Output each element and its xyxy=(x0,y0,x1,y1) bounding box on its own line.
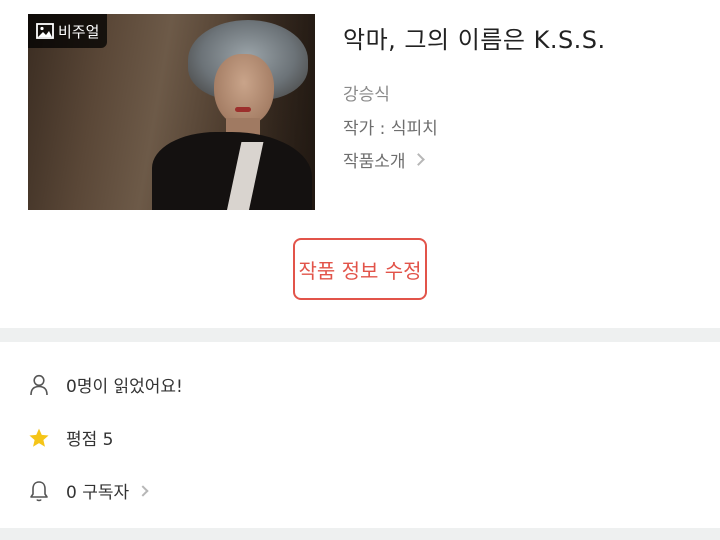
visual-badge-label: 비주얼 xyxy=(58,22,100,41)
bell-icon xyxy=(28,479,50,503)
intro-link[interactable]: 작품소개 xyxy=(343,147,425,172)
subscribers-stat[interactable]: 0 구독자 xyxy=(28,478,149,503)
edit-work-info-button[interactable]: 작품 정보 수정 xyxy=(293,238,427,300)
section-divider xyxy=(0,528,720,540)
section-divider xyxy=(0,328,720,342)
work-title: 악마, 그의 이름은 K.S.S. xyxy=(343,26,606,54)
chevron-right-icon xyxy=(137,484,149,497)
readers-text: 0명이 읽었어요! xyxy=(66,377,183,397)
image-icon xyxy=(36,23,54,39)
subscribers-text: 0 구독자 xyxy=(66,483,130,503)
writer-line: 작가 : 식피치 xyxy=(343,119,438,139)
author-name[interactable]: 강승식 xyxy=(343,80,390,105)
star-icon xyxy=(28,426,50,450)
rating-stat: 평점 5 xyxy=(28,425,114,450)
rating-text: 평점 5 xyxy=(66,430,114,450)
readers-stat: 0명이 읽었어요! xyxy=(28,372,183,397)
edit-work-info-label: 작품 정보 수정 xyxy=(298,258,422,283)
chevron-right-icon xyxy=(411,153,425,166)
visual-badge[interactable]: 비주얼 xyxy=(28,14,108,48)
intro-label: 작품소개 xyxy=(343,152,406,172)
person-icon xyxy=(28,373,50,397)
work-header: 비주얼 악마, 그의 이름은 K.S.S. 강승식 작가 : 식피치 작품소개 … xyxy=(0,0,720,328)
